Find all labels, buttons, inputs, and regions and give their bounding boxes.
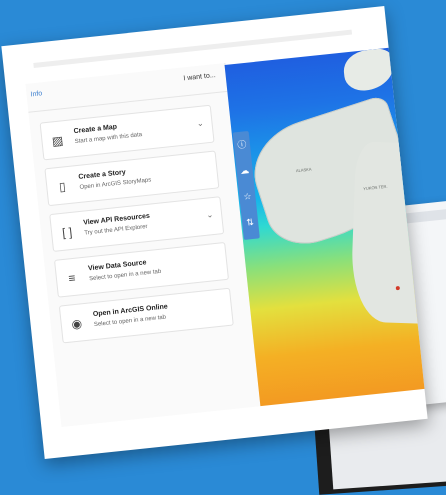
item-subtitle: Try out the API Explorer: [84, 223, 148, 237]
data-source-icon: ≡: [67, 270, 77, 286]
landmass-north: [341, 47, 396, 93]
info-icon[interactable]: ⓘ: [235, 137, 248, 152]
view-eye-icon: ◉: [70, 316, 83, 332]
api-braces-icon: [ ]: [61, 224, 73, 240]
view-api-resources-button[interactable]: [ ] View API Resources Try out the API E…: [49, 196, 225, 252]
cloud-download-icon[interactable]: ☁: [238, 163, 251, 178]
chevron-down-icon[interactable]: ⌄: [196, 119, 204, 129]
chevron-down-icon[interactable]: ⌄: [206, 210, 214, 220]
actions-panel: Info I want to... ▨ Create a Map Start a…: [25, 62, 262, 428]
view-data-source-button[interactable]: ≡ View Data Source Select to open in a n…: [53, 241, 230, 298]
item-title: Create a Map: [73, 123, 118, 136]
create-story-button[interactable]: ▯ Create a Story Open in ArcGIS StoryMap…: [44, 150, 220, 207]
screenshot-card: Info I want to... ▨ Create a Map Start a…: [1, 6, 428, 459]
map-add-icon: ▨: [51, 133, 64, 149]
item-title: Create a Story: [78, 168, 127, 181]
star-icon[interactable]: ☆: [241, 189, 254, 204]
open-in-arcgis-online-button[interactable]: ◉ Open in ArcGIS Online Select to open i…: [58, 287, 234, 344]
create-map-button[interactable]: ▨ Create a Map Start a map with this dat…: [39, 104, 215, 161]
i-want-to-label: I want to...: [183, 72, 216, 83]
storymap-icon: ▯: [58, 179, 67, 194]
tab-info[interactable]: Info: [30, 90, 42, 98]
swap-icon[interactable]: ⇅: [243, 215, 256, 230]
